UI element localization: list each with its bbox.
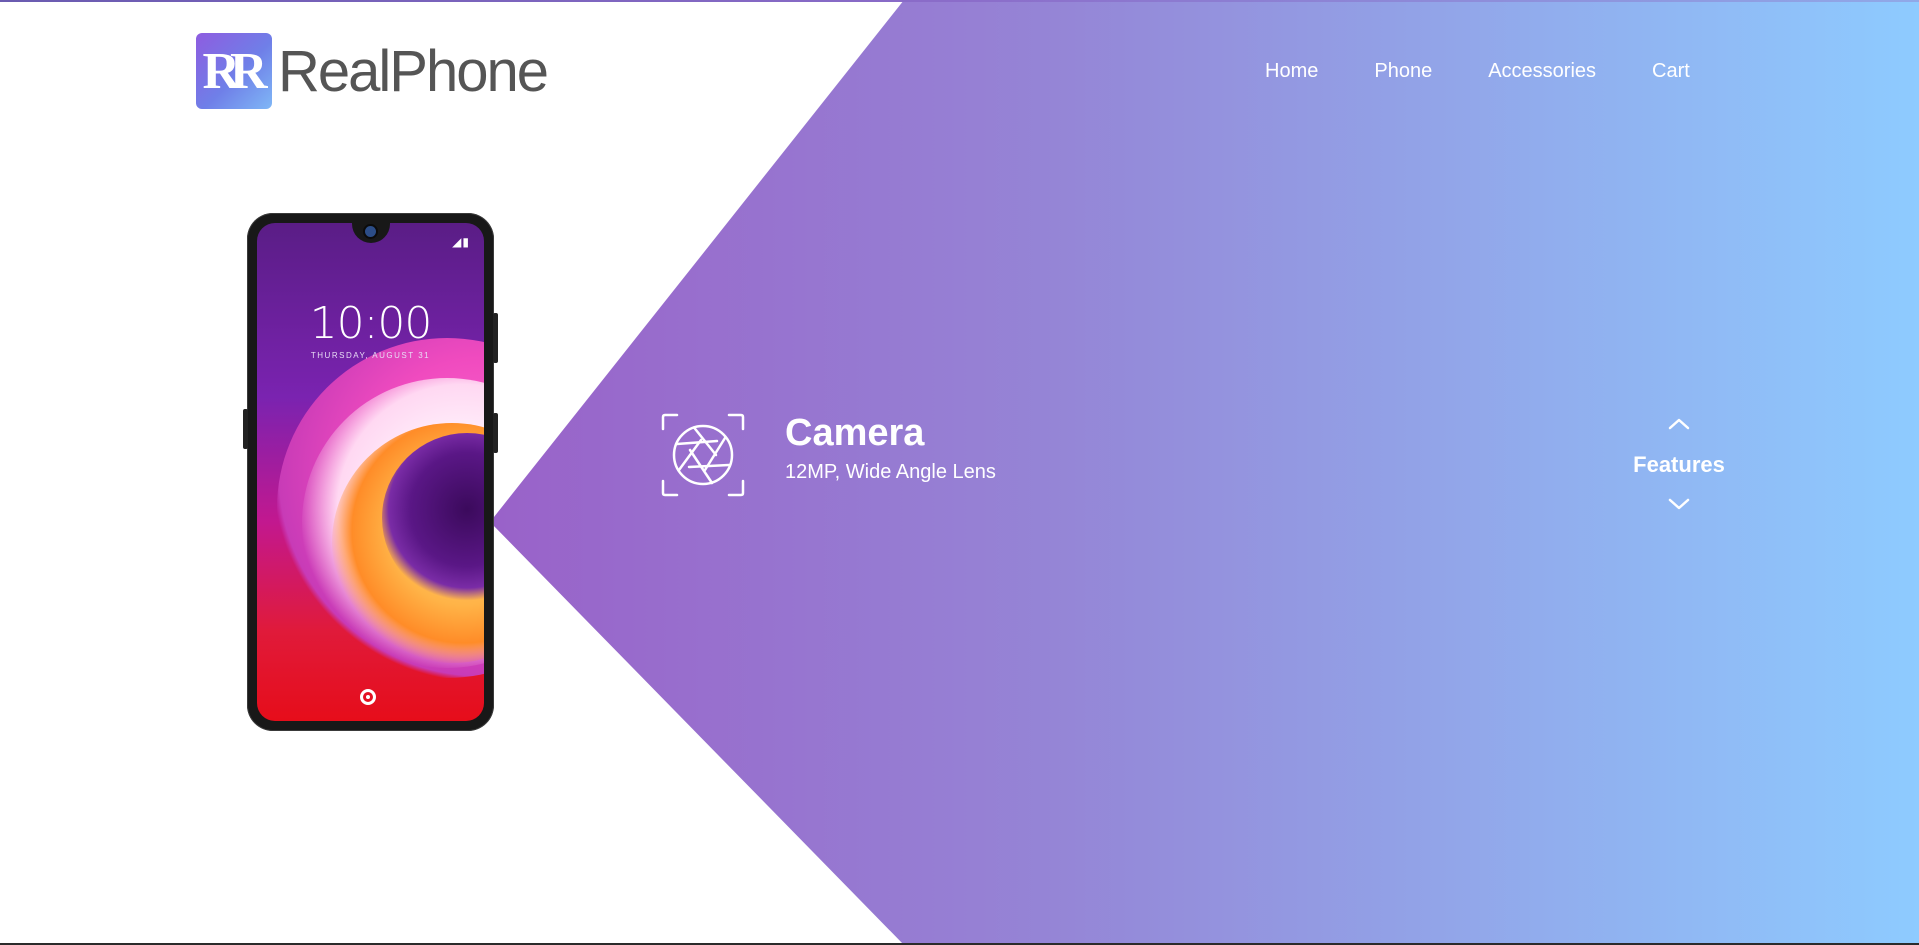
feature-block: Camera 12MP, Wide Angle Lens [661,411,996,497]
top-border [0,0,1919,2]
phone-side-button [243,409,248,449]
front-camera-icon [365,226,376,237]
nav-item-phone[interactable]: Phone [1374,60,1432,83]
nav-item-cart[interactable]: Cart [1652,60,1690,83]
camera-aperture-icon [661,413,745,497]
phone-notch [352,223,390,243]
feature-text: Camera 12MP, Wide Angle Lens [785,411,996,484]
nav-item-home[interactable]: Home [1265,60,1318,83]
brand-logo[interactable]: RR RealPhone [196,31,549,111]
features-label: Features [1633,452,1725,477]
phone-date: THURSDAY, AUGUST 31 [310,351,431,360]
feature-title: Camera [785,412,925,454]
phone-image: ◢▮ 10:00 THURSDAY, AUGUST 31 [243,213,498,731]
chevron-down-icon[interactable] [1666,494,1692,514]
brand-name: RealPhone [278,38,549,104]
feature-description: 12MP, Wide Angle Lens [785,461,996,483]
phone-power-button [493,413,498,453]
phone-volume-button [493,313,498,363]
nav-item-accessories[interactable]: Accessories [1488,60,1596,83]
phone-clock: 10:00 [309,298,433,349]
logo-mark-letter: R [202,42,239,100]
signal-battery-icon: ◢▮ [452,235,470,249]
phone-screen: ◢▮ 10:00 THURSDAY, AUGUST 31 [257,223,484,721]
logo-mark-letter-second: R [230,42,267,100]
chevron-up-icon[interactable] [1666,414,1692,434]
features-switcher: Features [1620,414,1738,514]
main-nav: Home Phone Accessories Cart [1265,60,1690,83]
page: RR RealPhone Home Phone Accessories Cart… [0,0,1919,945]
fingerprint-icon [360,689,376,705]
logo-mark-icon: RR [196,33,272,109]
